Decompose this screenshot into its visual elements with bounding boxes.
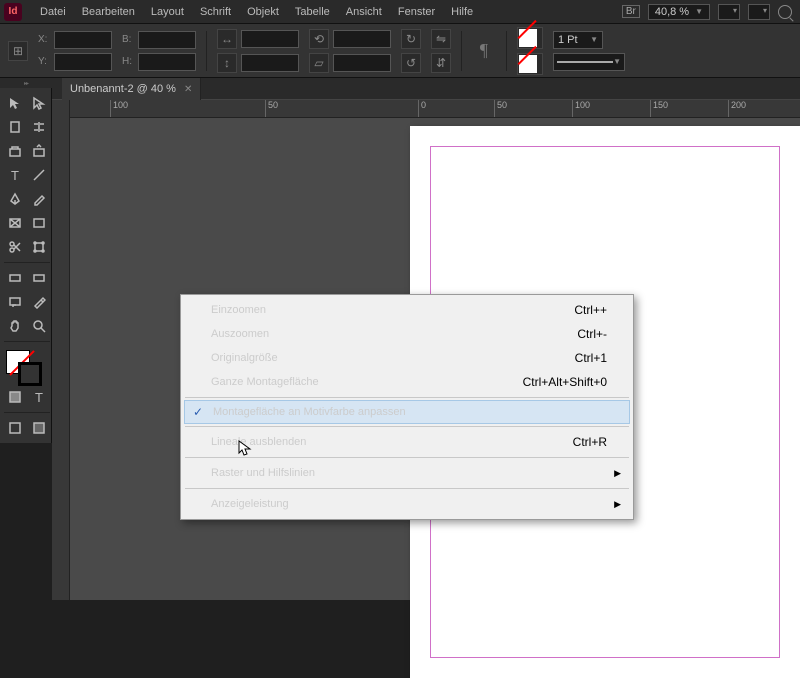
separator — [185, 426, 629, 427]
flip-v-icon[interactable]: ⇵ — [431, 53, 451, 73]
page-tool-icon[interactable] — [4, 116, 26, 138]
y-label: Y: — [38, 56, 50, 67]
stroke-style-field[interactable]: ▼ — [553, 53, 625, 71]
tool-panel: T T — [0, 88, 52, 443]
pen-tool-icon[interactable] — [4, 188, 26, 210]
formatting-container-icon[interactable] — [4, 386, 26, 408]
free-transform-tool-icon[interactable] — [28, 236, 50, 258]
scissors-tool-icon[interactable] — [4, 236, 26, 258]
separator — [185, 457, 629, 458]
fill-swatch[interactable] — [517, 27, 543, 49]
gradient-feather-tool-icon[interactable] — [28, 267, 50, 289]
fill-stroke-swatches[interactable] — [4, 348, 50, 384]
toolpanel-toggle[interactable] — [0, 78, 52, 88]
stroke-color-icon[interactable] — [18, 362, 42, 386]
document-tab-bar: Unbenannt-2 @ 40 % ✕ — [52, 78, 800, 100]
menu-view[interactable]: Ansicht — [338, 2, 390, 22]
w-label: B: — [122, 34, 134, 45]
app-icon: Id — [4, 3, 22, 21]
menu-object[interactable]: Objekt — [239, 2, 287, 22]
rotate-ccw-icon[interactable]: ↺ — [401, 53, 421, 73]
scale-x-icon[interactable]: ↔ — [217, 29, 237, 49]
scale-x-field[interactable] — [241, 30, 299, 48]
rotate-field[interactable] — [333, 30, 391, 48]
ctx-entire-pasteboard[interactable]: Ganze Montagefläche Ctrl+Alt+Shift+0 — [183, 370, 631, 394]
check-icon: ✓ — [193, 405, 203, 419]
control-bar: ⊞ X: Y: B: H: ↔ ↕ ⟲ ▱ ↻ ↺ ⇋ ⇵ ¶ 1 Pt▼ ▼ — [0, 24, 800, 78]
menu-type[interactable]: Schrift — [192, 2, 239, 22]
zoom-tool-icon[interactable] — [28, 315, 50, 337]
separator — [185, 397, 629, 398]
stroke-weight-field[interactable]: 1 Pt▼ — [553, 31, 603, 49]
document-tab[interactable]: Unbenannt-2 @ 40 % ✕ — [62, 78, 201, 100]
menu-file[interactable]: Datei — [32, 2, 74, 22]
chevron-right-icon: ▶ — [614, 468, 621, 479]
stroke-swatch[interactable] — [517, 53, 543, 75]
context-menu: Einzoomen Ctrl++ Auszoomen Ctrl+- Origin… — [180, 294, 634, 520]
pencil-tool-icon[interactable] — [28, 188, 50, 210]
ctx-zoom-out[interactable]: Auszoomen Ctrl+- — [183, 322, 631, 346]
preview-mode-icon[interactable] — [28, 417, 50, 439]
line-tool-icon[interactable] — [28, 164, 50, 186]
note-tool-icon[interactable] — [4, 291, 26, 313]
x-field[interactable] — [54, 31, 112, 49]
type-tool-icon[interactable]: T — [4, 164, 26, 186]
chevron-right-icon: ▶ — [614, 499, 621, 510]
scale-y-field[interactable] — [241, 54, 299, 72]
shear-icon[interactable]: ▱ — [309, 53, 329, 73]
ctx-hide-rulers[interactable]: Lineale ausblenden Ctrl+R — [183, 430, 631, 454]
search-icon[interactable] — [778, 5, 792, 19]
menu-help[interactable]: Hilfe — [443, 2, 481, 22]
eyedropper-tool-icon[interactable] — [28, 291, 50, 313]
vertical-ruler[interactable] — [52, 100, 70, 600]
ctx-zoom-in[interactable]: Einzoomen Ctrl++ — [183, 298, 631, 322]
arrange-dropdown[interactable] — [748, 4, 770, 20]
content-placer-icon[interactable] — [28, 140, 50, 162]
y-field[interactable] — [54, 53, 112, 71]
tab-title: Unbenannt-2 @ 40 % — [70, 83, 176, 95]
h-label: H: — [122, 56, 134, 67]
h-field[interactable] — [138, 53, 196, 71]
direct-selection-tool-icon[interactable] — [28, 92, 50, 114]
rectangle-frame-tool-icon[interactable] — [4, 212, 26, 234]
menu-edit[interactable]: Bearbeiten — [74, 2, 143, 22]
ctx-grids-guides[interactable]: Raster und Hilfslinien ▶ — [183, 461, 631, 485]
w-field[interactable] — [138, 31, 196, 49]
menu-layout[interactable]: Layout — [143, 2, 192, 22]
paragraph-icon[interactable]: ¶ — [472, 39, 496, 63]
x-label: X: — [38, 34, 50, 45]
divider — [206, 31, 207, 71]
scale-y-icon[interactable]: ↕ — [217, 53, 237, 73]
normal-view-icon[interactable] — [4, 417, 26, 439]
bridge-icon[interactable]: Br — [622, 5, 640, 18]
menu-bar: Id Datei Bearbeiten Layout Schrift Objek… — [0, 0, 800, 24]
formatting-text-icon[interactable]: T — [28, 386, 50, 408]
close-icon[interactable]: ✕ — [184, 84, 192, 95]
reference-point[interactable]: ⊞ — [8, 41, 28, 61]
zoom-value: 40,8 % — [655, 6, 689, 18]
selection-tool-icon[interactable] — [4, 92, 26, 114]
divider — [506, 31, 507, 71]
menu-table[interactable]: Tabelle — [287, 2, 338, 22]
ctx-match-pasteboard-theme[interactable]: ✓ Montagefläche an Motivfarbe anpassen — [184, 400, 630, 424]
flip-h-icon[interactable]: ⇋ — [431, 29, 451, 49]
content-collector-icon[interactable] — [4, 140, 26, 162]
hand-tool-icon[interactable] — [4, 315, 26, 337]
horizontal-ruler[interactable]: 100 50 0 50 100 150 200 — [70, 100, 800, 118]
divider — [461, 31, 462, 71]
separator — [185, 488, 629, 489]
rotate-cw-icon[interactable]: ↻ — [401, 29, 421, 49]
rotate-icon[interactable]: ⟲ — [309, 29, 329, 49]
ctx-actual-size[interactable]: Originalgröße Ctrl+1 — [183, 346, 631, 370]
screen-mode-dropdown[interactable] — [718, 4, 740, 20]
rectangle-tool-icon[interactable] — [28, 212, 50, 234]
ctx-display-performance[interactable]: Anzeigeleistung ▶ — [183, 492, 631, 516]
menu-window[interactable]: Fenster — [390, 2, 443, 22]
chevron-down-icon: ▼ — [695, 7, 703, 16]
gradient-swatch-tool-icon[interactable] — [4, 267, 26, 289]
shear-field[interactable] — [333, 54, 391, 72]
zoom-level[interactable]: 40,8 % ▼ — [648, 4, 710, 20]
gap-tool-icon[interactable] — [28, 116, 50, 138]
